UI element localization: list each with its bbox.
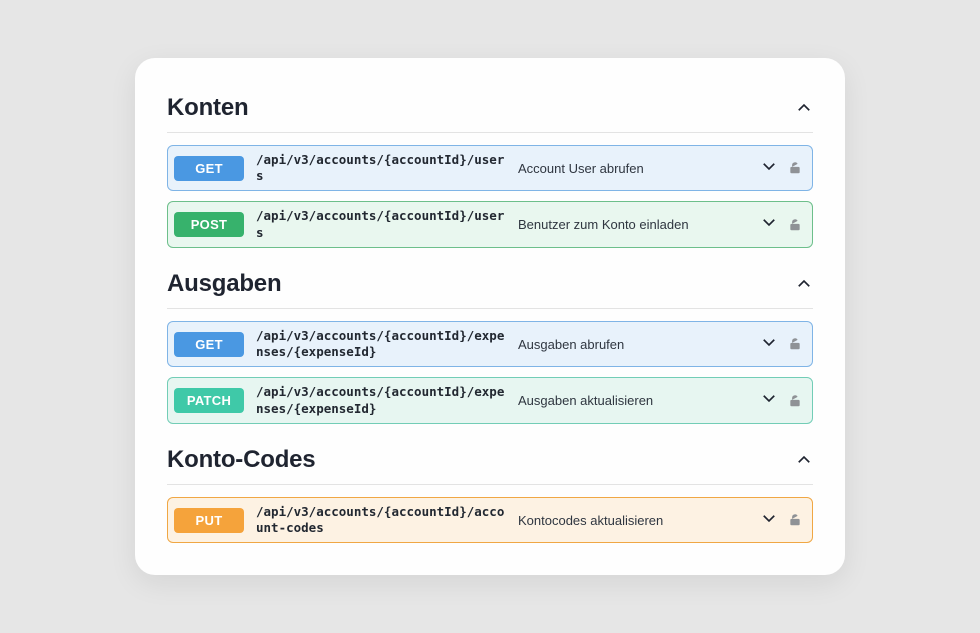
endpoint-actions bbox=[760, 389, 802, 412]
chevron-down-icon[interactable] bbox=[760, 213, 778, 236]
endpoint-actions bbox=[760, 333, 802, 356]
api-panel: Konten GET /api/v3/accounts/{accountId}/… bbox=[135, 58, 845, 576]
lock-open-icon[interactable] bbox=[788, 512, 802, 528]
endpoint-path: /api/v3/accounts/{accountId}/account-cod… bbox=[256, 504, 506, 537]
method-badge: GET bbox=[174, 156, 244, 181]
endpoint-row[interactable]: GET /api/v3/accounts/{accountId}/expense… bbox=[167, 321, 813, 368]
endpoint-description: Benutzer zum Konto einladen bbox=[518, 217, 748, 232]
endpoint-path: /api/v3/accounts/{accountId}/users bbox=[256, 208, 506, 241]
endpoint-actions bbox=[760, 157, 802, 180]
chevron-up-icon bbox=[795, 99, 813, 117]
method-badge: GET bbox=[174, 332, 244, 357]
endpoint-description: Kontocodes aktualisieren bbox=[518, 513, 748, 528]
endpoint-row[interactable]: POST /api/v3/accounts/{accountId}/users … bbox=[167, 201, 813, 248]
endpoint-row[interactable]: GET /api/v3/accounts/{accountId}/users A… bbox=[167, 145, 813, 192]
endpoint-path: /api/v3/accounts/{accountId}/users bbox=[256, 152, 506, 185]
section-title: Konto-Codes bbox=[167, 446, 315, 474]
endpoint-description: Account User abrufen bbox=[518, 161, 748, 176]
endpoint-row[interactable]: PUT /api/v3/accounts/{accountId}/account… bbox=[167, 497, 813, 544]
section-title: Konten bbox=[167, 94, 248, 122]
method-badge: PATCH bbox=[174, 388, 244, 413]
endpoint-path: /api/v3/accounts/{accountId}/expenses/{e… bbox=[256, 328, 506, 361]
endpoint-description: Ausgaben aktualisieren bbox=[518, 393, 748, 408]
endpoint-actions bbox=[760, 509, 802, 532]
endpoint-path: /api/v3/accounts/{accountId}/expenses/{e… bbox=[256, 384, 506, 417]
method-badge: PUT bbox=[174, 508, 244, 533]
section-header-konten[interactable]: Konten bbox=[167, 86, 813, 133]
chevron-up-icon bbox=[795, 275, 813, 293]
lock-open-icon[interactable] bbox=[788, 393, 802, 409]
method-badge: POST bbox=[174, 212, 244, 237]
section-header-ausgaben[interactable]: Ausgaben bbox=[167, 262, 813, 309]
chevron-down-icon[interactable] bbox=[760, 389, 778, 412]
endpoint-actions bbox=[760, 213, 802, 236]
lock-open-icon[interactable] bbox=[788, 217, 802, 233]
section-title: Ausgaben bbox=[167, 270, 281, 298]
section-header-konto-codes[interactable]: Konto-Codes bbox=[167, 438, 813, 485]
lock-open-icon[interactable] bbox=[788, 160, 802, 176]
endpoint-row[interactable]: PATCH /api/v3/accounts/{accountId}/expen… bbox=[167, 377, 813, 424]
chevron-down-icon[interactable] bbox=[760, 333, 778, 356]
lock-open-icon[interactable] bbox=[788, 336, 802, 352]
endpoint-description: Ausgaben abrufen bbox=[518, 337, 748, 352]
chevron-down-icon[interactable] bbox=[760, 509, 778, 532]
chevron-up-icon bbox=[795, 451, 813, 469]
chevron-down-icon[interactable] bbox=[760, 157, 778, 180]
